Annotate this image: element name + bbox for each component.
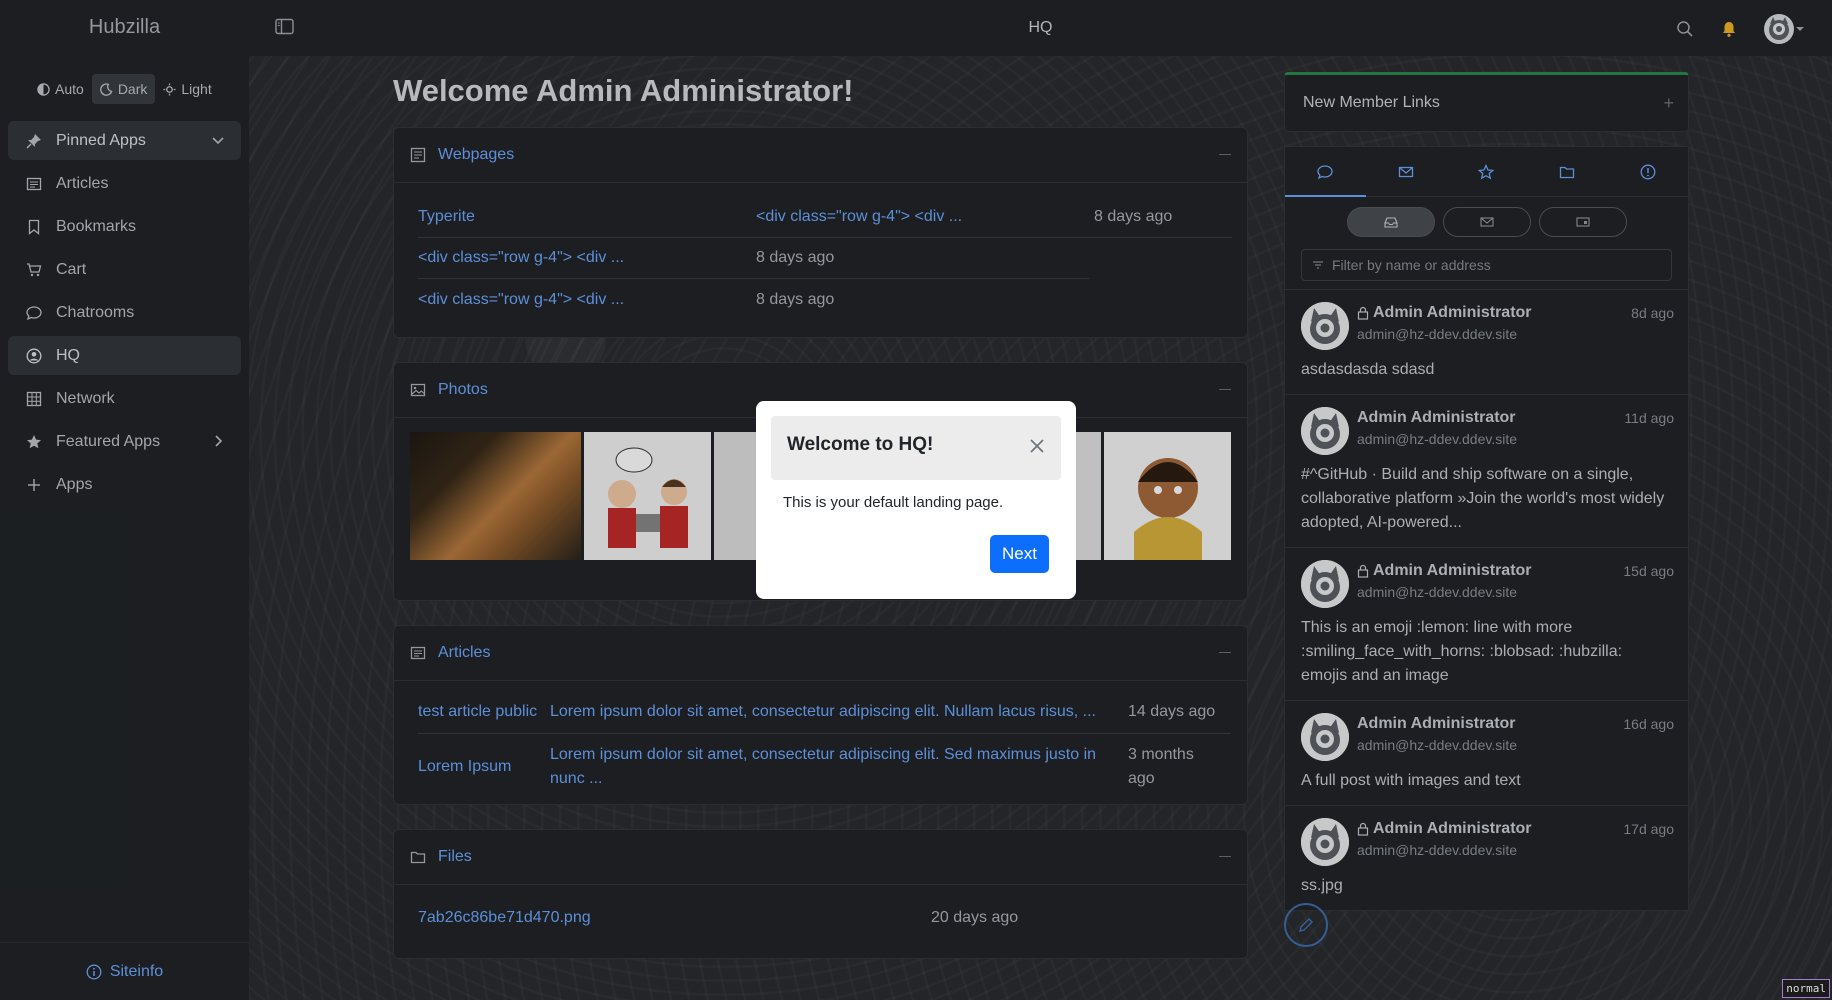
modal-header: Welcome to HQ! (771, 416, 1061, 480)
next-button[interactable]: Next (990, 535, 1049, 573)
close-icon[interactable] (1029, 438, 1045, 454)
modal-title: Welcome to HQ! (787, 434, 934, 455)
status-badge: normal (1782, 979, 1830, 998)
welcome-modal: Welcome to HQ! This is your default land… (756, 401, 1076, 599)
modal-body: This is your default landing page. (783, 494, 1004, 511)
